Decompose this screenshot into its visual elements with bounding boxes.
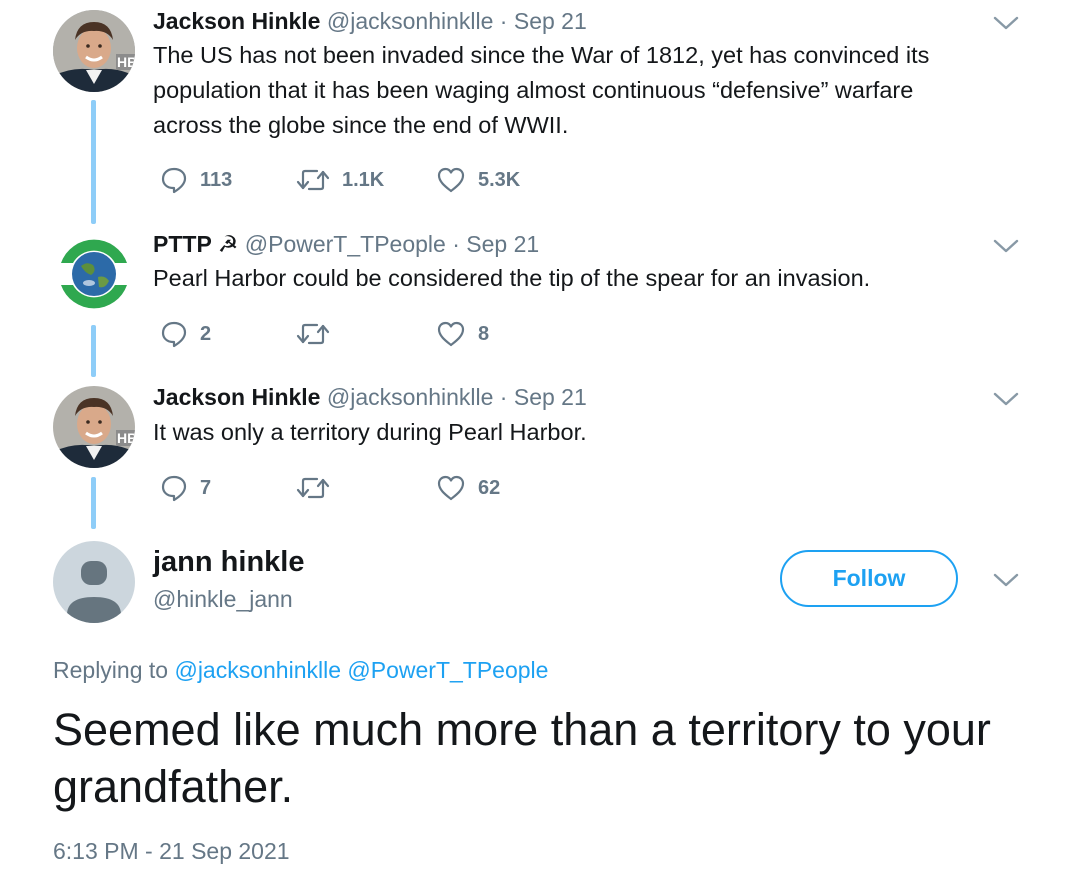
avatar[interactable]: HB: [53, 386, 135, 468]
like-button[interactable]: 8: [436, 319, 489, 349]
heart-outline-icon: [437, 475, 465, 501]
replying-to-line: Replying to @jacksonhinklle @PowerT_TPeo…: [53, 655, 548, 685]
thread-connector-line: [91, 325, 96, 377]
mention-link[interactable]: @jacksonhinklle: [174, 657, 341, 683]
retweet-arrows-icon: [296, 169, 330, 191]
author-name[interactable]: jann hinkle: [153, 544, 304, 580]
person-silhouette-icon: [53, 541, 135, 623]
separator-dot: ·: [499, 384, 508, 410]
author-handle[interactable]: @jacksonhinklle: [327, 384, 494, 410]
avatar[interactable]: HB: [53, 10, 135, 92]
reply-button[interactable]: 2: [160, 319, 211, 349]
like-count: 8: [478, 323, 490, 345]
author-handle[interactable]: @PowerT_TPeople: [245, 231, 446, 257]
author-handle[interactable]: @hinkle_jann: [153, 584, 293, 614]
retweet-count: 1.1K: [342, 169, 385, 191]
heart-outline-icon: [437, 167, 465, 193]
globe-logo-icon: [53, 233, 135, 315]
main-tweet-text: Seemed like much more than a territory t…: [53, 704, 991, 812]
chevron-down-icon[interactable]: [993, 572, 1019, 588]
replying-to-label: Replying to: [53, 657, 169, 683]
retweet-button[interactable]: 1.1K: [296, 165, 384, 195]
heart-outline-icon: [437, 321, 465, 347]
chevron-down-icon[interactable]: [993, 238, 1019, 254]
speech-bubble-icon: [161, 167, 187, 194]
person-photo-icon: [53, 386, 135, 468]
separator-dot: ·: [452, 231, 460, 257]
avatar-badge: HB: [116, 54, 135, 70]
avatar-badge: HB: [116, 430, 135, 446]
avatar[interactable]: [53, 541, 135, 623]
reply-count: 7: [200, 477, 212, 499]
author-name[interactable]: PTTP ☭: [153, 231, 238, 257]
person-photo-icon: [53, 10, 135, 92]
retweet-arrows-icon: [296, 323, 330, 345]
mention-link[interactable]: @PowerT_TPeople: [347, 657, 548, 683]
tweet-text: Pearl Harbor could be considered the tip…: [153, 265, 871, 291]
speech-bubble-icon: [161, 475, 187, 502]
thread-connector-line: [91, 100, 96, 224]
retweet-button[interactable]: [296, 319, 342, 349]
like-count: 5.3K: [478, 169, 521, 191]
like-button[interactable]: 5.3K: [436, 165, 520, 195]
retweet-arrows-icon: [296, 477, 330, 499]
retweet-button[interactable]: [296, 473, 342, 503]
thread-connector-line: [91, 477, 96, 529]
reply-count: 2: [200, 323, 212, 345]
like-button[interactable]: 62: [436, 473, 500, 503]
tweet-text: It was only a territory during Pearl Har…: [153, 419, 587, 445]
tweet-date[interactable]: Sep 21: [514, 8, 587, 34]
author-name[interactable]: Jackson Hinkle: [153, 8, 320, 34]
like-count: 62: [478, 477, 501, 499]
avatar[interactable]: [53, 233, 135, 315]
tweet-header: Jackson Hinkle @jacksonhinklle · Sep 21: [153, 7, 587, 35]
tweet-text: The US has not been invaded since the Wa…: [153, 42, 930, 138]
chevron-down-icon[interactable]: [993, 391, 1019, 407]
reply-count: 113: [200, 169, 233, 191]
tweet-header: Jackson Hinkle @jacksonhinklle · Sep 21: [153, 383, 587, 411]
follow-button[interactable]: Follow: [780, 550, 958, 607]
tweet-date[interactable]: Sep 21: [514, 384, 587, 410]
reply-button[interactable]: 113: [160, 165, 232, 195]
separator-dot: ·: [499, 8, 508, 34]
reply-button[interactable]: 7: [160, 473, 211, 503]
tweet-header: PTTP ☭ @PowerT_TPeople · Sep 21: [153, 230, 539, 258]
tweet-date[interactable]: Sep 21: [466, 231, 539, 257]
chevron-down-icon[interactable]: [993, 15, 1019, 31]
author-name[interactable]: Jackson Hinkle: [153, 384, 320, 410]
author-handle[interactable]: @jacksonhinklle: [327, 8, 494, 34]
tweet-timestamp[interactable]: 6:13 PM - 21 Sep 2021: [53, 836, 290, 866]
speech-bubble-icon: [161, 321, 187, 348]
